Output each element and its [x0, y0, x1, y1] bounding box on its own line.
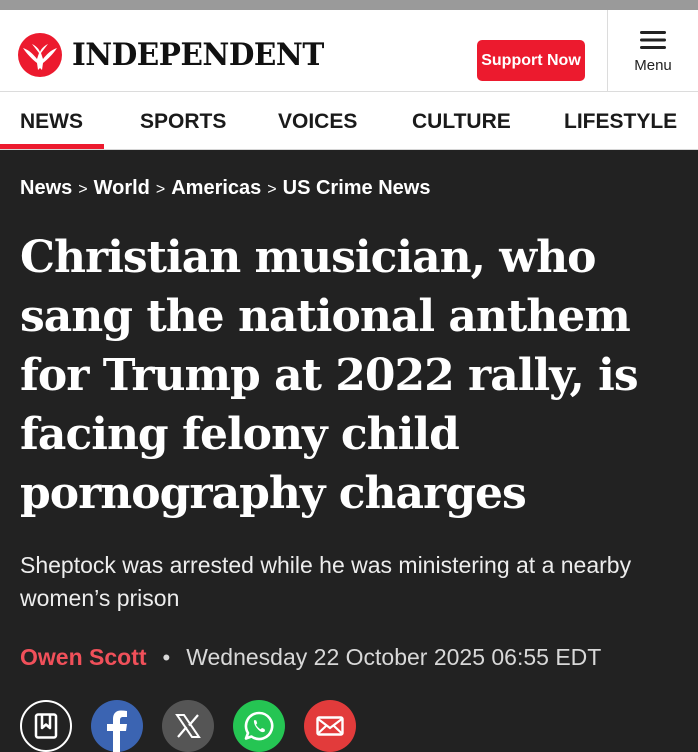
whatsapp-share-button[interactable] — [233, 700, 285, 752]
share-bar — [20, 700, 375, 752]
article-meta: Owen Scott • Wednesday 22 October 2025 0… — [20, 644, 601, 671]
eagle-logo-icon — [18, 33, 62, 77]
hamburger-icon — [640, 31, 666, 49]
brand-name: INDEPENDENT — [72, 37, 324, 73]
menu-label: Menu — [634, 57, 672, 74]
article-standfirst: Sheptock was arrested while he was minis… — [20, 552, 632, 611]
breadcrumb-news[interactable]: News — [20, 177, 72, 199]
x-icon — [175, 714, 201, 738]
breadcrumb-separator: > — [267, 181, 277, 198]
facebook-icon — [107, 710, 127, 752]
nav-item-news[interactable]: NEWS — [20, 110, 83, 134]
active-nav-indicator — [0, 144, 104, 149]
meta-separator: • — [162, 644, 171, 670]
nav-item-lifestyle[interactable]: LIFESTYLE — [564, 110, 677, 134]
author-link[interactable]: Owen Scott — [20, 644, 147, 671]
nav-item-sports[interactable]: SPORTS — [140, 110, 226, 134]
section-nav: NEWS SPORTS VOICES CULTURE LIFESTYLE — [0, 92, 698, 150]
breadcrumb-us-crime-news[interactable]: US Crime News — [283, 177, 431, 199]
breadcrumb-separator: > — [78, 181, 88, 198]
site-header: INDEPENDENT Support Now Menu — [0, 10, 698, 92]
facebook-share-button[interactable] — [91, 700, 143, 752]
nav-item-voices[interactable]: VOICES — [278, 110, 357, 134]
support-now-button[interactable]: Support Now — [477, 40, 585, 81]
email-icon — [316, 716, 344, 736]
top-strip — [0, 0, 698, 10]
bookmark-icon — [34, 713, 58, 739]
bookmark-button[interactable] — [20, 700, 72, 752]
article-header: News > World > Americas > US Crime News Christ… — [0, 150, 698, 752]
breadcrumb: News > World > Americas > US Crime News — [20, 177, 430, 200]
breadcrumb-separator: > — [155, 181, 166, 198]
site-logo[interactable]: INDEPENDENT — [18, 33, 337, 77]
nav-item-culture[interactable]: CULTURE — [412, 110, 511, 134]
article-headline: Christian musician, who sang the nationa… — [20, 232, 639, 519]
publish-date: Wednesday 22 October 2025 06:55 EDT — [186, 644, 602, 670]
breadcrumb-americas[interactable]: Americas — [171, 177, 261, 199]
menu-button[interactable]: Menu — [608, 10, 698, 91]
email-share-button[interactable] — [304, 700, 356, 752]
x-share-button[interactable] — [162, 700, 214, 752]
whatsapp-icon — [244, 711, 274, 741]
breadcrumb-world[interactable]: World — [94, 177, 150, 199]
